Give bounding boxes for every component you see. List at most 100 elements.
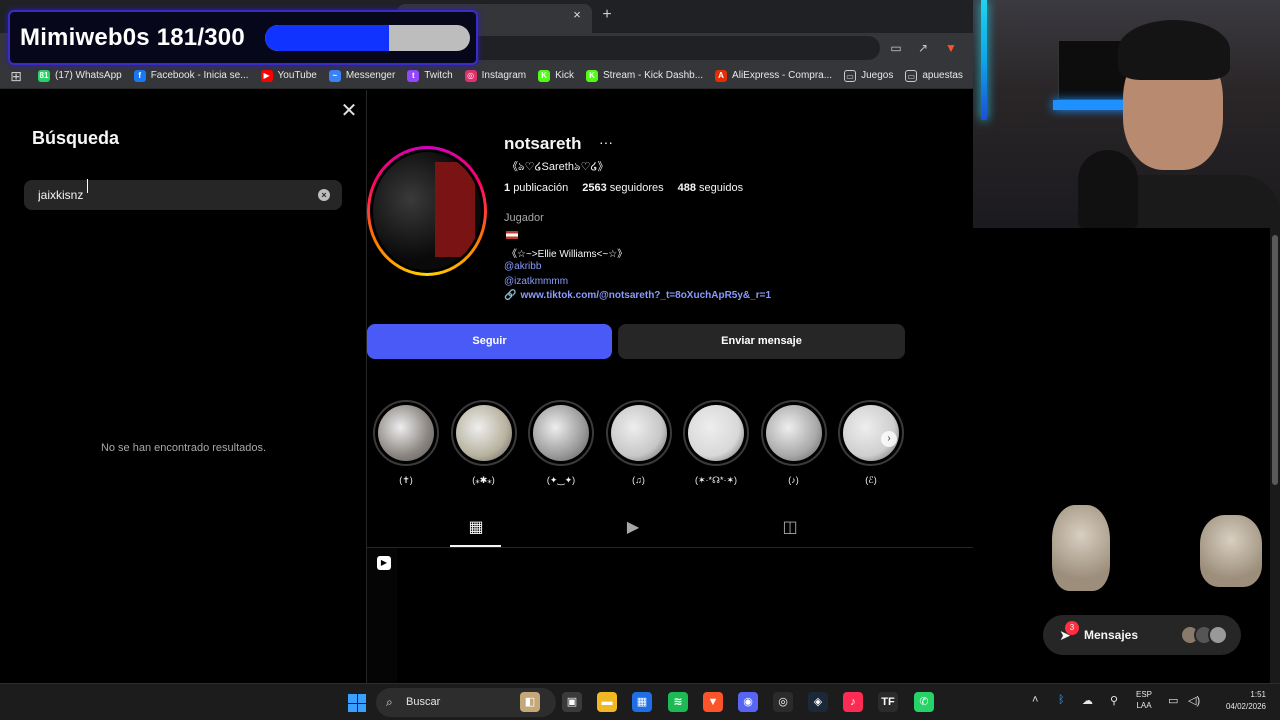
profile-link-text[interactable]: www.tiktok.com/@notsareth?_t=8oXuchApR5y…: [520, 290, 771, 301]
reel-play-icon: ▶: [377, 556, 391, 570]
youtube-icon: ▶: [260, 69, 273, 82]
profile-fullname: 《ঌ♡໒Sarethঌ♡໒》: [507, 161, 609, 173]
tab-reels-icon[interactable]: ▶: [623, 518, 643, 538]
share-icon[interactable]: ↗: [915, 40, 931, 56]
bookmark-item[interactable]: K Stream - Kick Dashb...: [586, 69, 704, 82]
goal-progress-fill: [265, 25, 389, 51]
profile-bio: 《☆~>Ellie Williams<~☆》: [507, 249, 628, 260]
highlight-label: (ℰ): [865, 475, 877, 485]
story-highlight[interactable]: (✶·*☊*·✶): [683, 400, 749, 486]
network-icon[interactable]: ▭: [1168, 694, 1178, 707]
story-highlight[interactable]: (✦‿✦): [528, 400, 594, 486]
microphone-icon[interactable]: ⚲: [1110, 694, 1118, 707]
tab-tagged-icon[interactable]: ◫: [780, 518, 800, 538]
obs-icon[interactable]: ◎: [773, 692, 793, 712]
webcam-overlay: [973, 0, 1280, 228]
following-stat[interactable]: 488 seguidos: [678, 182, 743, 194]
folder-icon: ▭: [905, 69, 918, 82]
close-icon[interactable]: ✕: [340, 101, 358, 121]
bio-mention[interactable]: @izatkmmmm: [504, 276, 568, 287]
whatsapp-icon[interactable]: ✆: [914, 692, 934, 712]
profile-page: notsareth ··· 《ঌ♡໒Sarethঌ♡໒》 1 publicaci…: [367, 90, 973, 683]
more-options-icon[interactable]: ···: [599, 134, 613, 150]
profile-link[interactable]: 🔗 www.tiktok.com/@notsareth?_t=8oXuchApR5…: [504, 290, 771, 301]
highlight-label: (♫): [632, 475, 645, 485]
unread-badge: 3: [1065, 621, 1079, 635]
highlight-label: (⁎✱⁎): [472, 475, 495, 485]
flag-icon: [506, 231, 518, 239]
bookmark-item[interactable]: ▭ Juegos: [844, 69, 894, 82]
goal-title: Mimiweb0s 181/300: [20, 24, 245, 51]
tab-posts-grid-icon[interactable]: ▦: [466, 518, 486, 538]
bookmark-item[interactable]: 81 (17) WhatsApp: [38, 69, 122, 82]
bookmark-label: Juegos: [861, 70, 894, 81]
follow-button[interactable]: Seguir: [367, 324, 612, 359]
bookmark-item[interactable]: f Facebook - Inicia se...: [133, 69, 249, 82]
tab-close-icon[interactable]: ×: [570, 8, 584, 22]
new-tab-icon[interactable]: +: [599, 7, 615, 23]
profile-avatar-ring[interactable]: [367, 146, 487, 276]
bookmark-item[interactable]: ◎ Instagram: [464, 69, 526, 82]
messages-button[interactable]: ➤ 3 Mensajes: [1043, 615, 1241, 655]
highlight-label: (♪): [788, 475, 799, 485]
highlights-next-icon[interactable]: ›: [881, 431, 897, 447]
messages-label: Mensajes: [1084, 628, 1139, 642]
highlight-image: [455, 405, 512, 461]
task-view-icon[interactable]: ▣: [562, 692, 582, 712]
bookmark-label: Stream - Kick Dashb...: [603, 70, 704, 81]
text-cursor: [87, 179, 89, 193]
search-input[interactable]: [24, 180, 342, 210]
stream-goal-overlay: Mimiweb0s 181/300: [8, 10, 478, 65]
messenger-icon: ~: [328, 69, 341, 82]
clear-search-icon[interactable]: ×: [318, 189, 330, 201]
discord-icon[interactable]: ◉: [738, 692, 758, 712]
highlight-label: (✶·*☊*·✶): [694, 475, 738, 485]
no-results-message: No se han encontrado resultados.: [100, 442, 267, 454]
dancing-cat-sticker: [1200, 515, 1262, 587]
store-icon[interactable]: ▦: [632, 692, 652, 712]
bookmark-item[interactable]: K Kick: [538, 69, 575, 82]
highlight-cover: [373, 400, 439, 466]
avatar[interactable]: [370, 149, 484, 273]
brave-shield-icon[interactable]: ▼: [943, 40, 959, 56]
kick-icon: K: [538, 69, 551, 82]
bookmark-item[interactable]: ▭ apuestas: [905, 69, 963, 82]
send-message-button[interactable]: Enviar mensaje: [618, 324, 905, 359]
windows-start-icon[interactable]: [348, 694, 366, 712]
search-icon: ⌕: [386, 695, 393, 709]
steam-icon[interactable]: ◈: [808, 692, 828, 712]
posts-stat[interactable]: 1 publicación: [504, 182, 568, 194]
cloud-icon[interactable]: ☁: [1082, 694, 1093, 707]
bookmark-item[interactable]: ▶ YouTube: [260, 69, 317, 82]
tiktok-icon[interactable]: ♪: [843, 692, 863, 712]
story-highlight[interactable]: (♫): [605, 400, 672, 485]
folder-icon: ▭: [844, 69, 857, 82]
bookmark-item[interactable]: t Twitch: [407, 69, 453, 82]
story-highlight[interactable]: (✝): [373, 400, 439, 486]
language-indicator[interactable]: ESP LAA: [1136, 689, 1152, 711]
tf-icon[interactable]: TF: [878, 692, 898, 712]
taskbar-clock[interactable]: 1:51 04/02/2026: [1210, 689, 1266, 713]
story-highlight[interactable]: (⁎✱⁎): [450, 400, 517, 486]
story-highlight[interactable]: (♪): [760, 400, 827, 485]
highlight-cover: [450, 400, 517, 466]
volume-icon[interactable]: ◁): [1188, 694, 1200, 707]
bookmark-label: Kick: [555, 70, 575, 81]
install-icon[interactable]: ▭: [888, 40, 904, 56]
bookmark-item[interactable]: A AliExpress - Compra...: [715, 69, 832, 82]
spotify-icon[interactable]: ≋: [668, 692, 688, 712]
scrollbar-thumb[interactable]: [1272, 235, 1278, 485]
chevron-up-icon[interactable]: ˄: [1032, 694, 1038, 706]
highlight-image: [765, 405, 822, 461]
desktop-icon[interactable]: ◧: [520, 692, 540, 712]
bio-mention[interactable]: @akribb: [504, 261, 541, 272]
highlight-image: [378, 405, 434, 461]
apps-grid-icon[interactable]: ⊞: [8, 68, 24, 84]
file-explorer-icon[interactable]: ▬: [597, 692, 617, 712]
windows-taskbar: ⌕ Buscar ◧ ▣ ▬ ▦ ≋ ▼ ◉ ◎ ◈ ♪ TF ✆ ˄ ᛒ ☁ ⚲ ESP LAA ▭ …: [0, 683, 1280, 720]
bookmark-item[interactable]: ~ Messenger: [328, 69, 395, 82]
bluetooth-icon[interactable]: ᛒ: [1058, 694, 1065, 706]
webcam-microphone: [1078, 150, 1138, 228]
followers-stat[interactable]: 2563 seguidores: [582, 182, 663, 194]
brave-icon[interactable]: ▼: [703, 692, 723, 712]
